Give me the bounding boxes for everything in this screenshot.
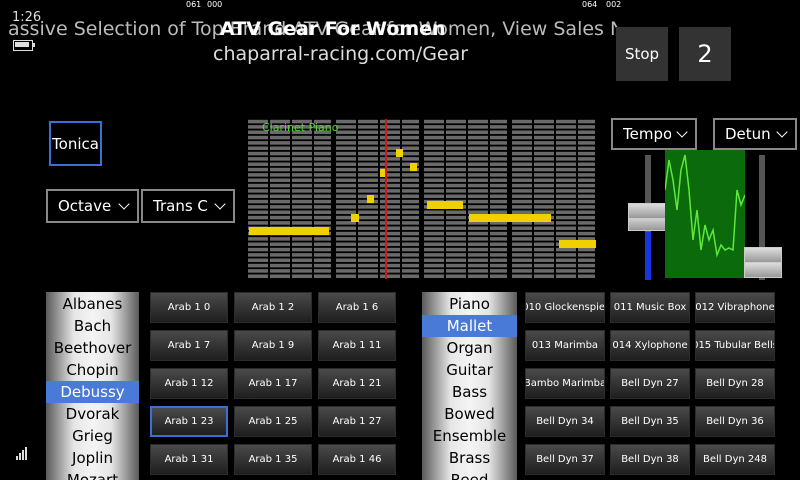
composer-item[interactable]: Joplin [46, 447, 139, 469]
instrument-group-item[interactable]: Organ [422, 337, 517, 359]
instrument-group-item[interactable]: Piano [422, 293, 517, 315]
scale-button[interactable]: Arab 1 27 [318, 406, 396, 437]
ad-title[interactable]: ATV Gear For Women [220, 18, 446, 40]
instrument-button[interactable]: 010 Glockenspiel [525, 292, 605, 323]
instrument-button[interactable]: Bell Dyn 35 [610, 406, 690, 437]
instrument-button[interactable]: 014 Xylophone [610, 330, 690, 361]
note[interactable] [410, 163, 417, 171]
instrument-group-item[interactable]: Ensemble [422, 425, 517, 447]
composer-item[interactable]: Mozart [46, 469, 139, 480]
detune-dropdown[interactable]: Detune [713, 118, 797, 150]
composer-list[interactable]: Albanes Bach Beethover Chopin Debussy Dvorak G… [46, 292, 139, 480]
tempo-slider-thumb-top[interactable] [628, 203, 666, 219]
instrument-button[interactable]: Bambo Marimba [525, 368, 605, 399]
scale-button[interactable]: Arab 1 25 [234, 406, 312, 437]
chevron-down-icon [676, 125, 688, 138]
trans-label: Trans C [153, 197, 208, 215]
chevron-down-icon [776, 125, 788, 138]
tonica-button[interactable]: Tonica [49, 121, 102, 166]
instrument-group-item[interactable]: Guitar [422, 359, 517, 381]
instrument-button[interactable]: Bell Dyn 248 [695, 444, 775, 475]
scale-button[interactable]: Arab 1 6 [318, 292, 396, 323]
composer-item[interactable]: Albanes [46, 293, 139, 315]
playhead [385, 119, 387, 279]
instrument-group-item[interactable]: Bass [422, 381, 517, 403]
scale-button[interactable]: Arab 1 11 [318, 330, 396, 361]
instrument-button[interactable]: Bell Dyn 27 [610, 368, 690, 399]
scale-button[interactable]: Arab 1 23 [150, 406, 228, 437]
composer-item[interactable]: Debussy [46, 381, 139, 403]
composer-item[interactable]: Bach [46, 315, 139, 337]
instrument-button[interactable]: Bell Dyn 34 [525, 406, 605, 437]
instrument-button[interactable]: 012 Vibraphone [695, 292, 775, 323]
instrument-button[interactable]: Bell Dyn 37 [525, 444, 605, 475]
instrument-button[interactable]: 015 Tubular Bells [695, 330, 775, 361]
chevron-down-icon [214, 197, 226, 210]
scale-button[interactable]: Arab 1 0 [150, 292, 228, 323]
scale-button[interactable]: Arab 1 9 [234, 330, 312, 361]
waveform-display [664, 150, 746, 278]
waveform-icon [664, 154, 746, 258]
tempo-label: Tempo [623, 125, 671, 143]
scale-grid: Arab 1 0 Arab 1 2 Arab 1 6 Arab 1 7 Arab 1 9… [150, 292, 398, 475]
instrument-group-item[interactable]: Mallet [422, 315, 517, 337]
instrument-button[interactable]: Bell Dyn 28 [695, 368, 775, 399]
signal-icon [16, 446, 32, 460]
note[interactable] [249, 227, 329, 235]
composer-item[interactable]: Beethover [46, 337, 139, 359]
instrument-label: Clarinet Piano [262, 121, 339, 134]
scale-button[interactable]: Arab 1 17 [234, 368, 312, 399]
instrument-group-item[interactable]: Brass [422, 447, 517, 469]
scale-button[interactable]: Arab 1 12 [150, 368, 228, 399]
piano-roll[interactable] [247, 119, 599, 279]
scale-button[interactable]: Arab 1 7 [150, 330, 228, 361]
instrument-button[interactable]: Bell Dyn 38 [610, 444, 690, 475]
detune-slider-thumb[interactable] [744, 247, 782, 263]
tempo-dropdown[interactable]: Tempo [611, 118, 697, 150]
instrument-group-item[interactable]: Reed [422, 469, 517, 480]
scale-button[interactable]: Arab 1 2 [234, 292, 312, 323]
composer-item[interactable]: Dvorak [46, 403, 139, 425]
detune-label: Detune [725, 125, 771, 143]
instrument-group-list[interactable]: Piano Mallet Organ Guitar Bass Bowed Ensemble B… [422, 292, 517, 480]
octave-dropdown[interactable]: Octave [46, 189, 139, 223]
scale-button[interactable]: Arab 1 35 [234, 444, 312, 475]
tempo-slider-fill [645, 232, 651, 280]
stop-button[interactable]: Stop [616, 27, 668, 81]
ad-url[interactable]: chaparral-racing.com/Gear [213, 43, 468, 65]
note[interactable] [367, 195, 374, 203]
note[interactable] [351, 214, 359, 222]
composer-item[interactable]: Chopin [46, 359, 139, 381]
instrument-button[interactable]: 013 Marimba [525, 330, 605, 361]
trans-dropdown[interactable]: Trans C [141, 189, 235, 223]
composer-item[interactable]: Grieg [46, 425, 139, 447]
note[interactable] [396, 149, 403, 157]
chevron-down-icon [118, 197, 130, 210]
counter-2: 000 [207, 0, 223, 9]
instrument-button[interactable]: Bell Dyn 36 [695, 406, 775, 437]
instrument-group-item[interactable]: Bowed [422, 403, 517, 425]
octave-label: Octave [58, 197, 112, 215]
scale-button[interactable]: Arab 1 46 [318, 444, 396, 475]
scale-button[interactable]: Arab 1 31 [150, 444, 228, 475]
instrument-grid: 010 Glockenspiel 011 Music Box 012 Vibraph… [525, 292, 777, 475]
note[interactable] [559, 240, 596, 248]
note[interactable] [427, 201, 463, 209]
count-button[interactable]: 2 [679, 27, 731, 81]
note[interactable] [469, 214, 551, 222]
instrument-button[interactable]: 011 Music Box [610, 292, 690, 323]
counter-4: 002 [606, 0, 622, 9]
scale-button[interactable]: Arab 1 21 [318, 368, 396, 399]
counter-3: 064 [582, 0, 598, 9]
counter-1: 061 [186, 0, 202, 9]
detune-slider-thumb-bottom[interactable] [744, 262, 782, 278]
